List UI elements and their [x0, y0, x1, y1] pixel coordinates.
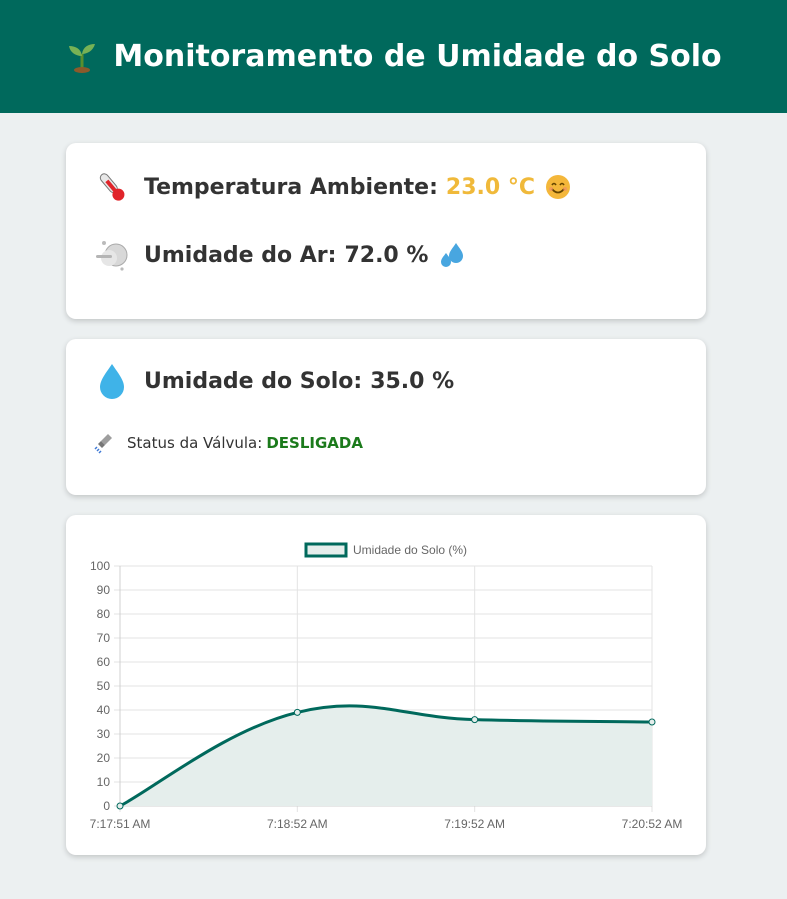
valve-status-row: Status da Válvula: DESLIGADA: [92, 431, 363, 455]
y-tick-label: 90: [97, 583, 111, 597]
valve-status-value: DESLIGADA: [266, 434, 363, 452]
y-tick-label: 50: [97, 679, 111, 693]
humidity-chart: 0 10 20 30 40 50 60 70 80 90 100 7:17:51 AM 7:18:52 …: [90, 542, 683, 831]
y-tick-label: 0: [103, 799, 110, 813]
x-tick-label: 7:17:51 AM: [90, 817, 151, 831]
valve-status-label: Status da Válvula:: [127, 434, 263, 452]
page-header: Monitoramento de Umidade do Solo: [0, 0, 787, 113]
data-point: [471, 716, 479, 724]
shower-icon: [94, 434, 112, 454]
fog-cloud-icon: [96, 241, 128, 271]
data-point: [648, 718, 656, 726]
legend-label: Umidade do Solo (%): [353, 543, 467, 557]
soil-card: Umidade do Solo: 35.0 % Status da Válvul…: [66, 339, 706, 495]
sweat-droplets-icon: [441, 243, 464, 267]
environment-card: Temperatura Ambiente: 23.0 °C Umidade do…: [66, 143, 706, 319]
temperature-value: 23.0 °C: [445, 174, 535, 200]
water-drop-icon: [100, 364, 124, 399]
y-tick-label: 100: [90, 559, 110, 573]
y-tick-label: 30: [97, 727, 111, 741]
y-tick-label: 10: [97, 775, 111, 789]
smiley-face-icon: [545, 175, 570, 199]
seedling-icon: [69, 43, 96, 73]
air-humidity-value: 72.0 %: [344, 242, 429, 268]
page-title: Monitoramento de Umidade do Solo: [65, 39, 722, 74]
air-humidity-row: Umidade do Ar: 72.0 %: [92, 235, 466, 275]
y-tick-label: 70: [97, 631, 111, 645]
y-tick-label: 40: [97, 703, 111, 717]
y-tick-label: 60: [97, 655, 111, 669]
title-text: Monitoramento de Umidade do Solo: [113, 39, 722, 74]
chart-card: 0 10 20 30 40 50 60 70 80 90 100 7:17:51 AM 7:18:52 …: [66, 515, 706, 855]
y-tick-label: 20: [97, 751, 111, 765]
chart-legend: Umidade do Solo (%): [304, 542, 467, 558]
temperature-label: Temperatura Ambiente:: [144, 174, 438, 200]
x-tick-label: 7:19:52 AM: [444, 817, 505, 831]
soil-humidity-label: Umidade do Solo:: [144, 368, 363, 394]
data-point: [116, 802, 124, 810]
temperature-row: Temperatura Ambiente: 23.0 °C: [92, 167, 571, 207]
soil-humidity-row: Umidade do Solo: 35.0 %: [92, 361, 454, 401]
x-tick-label: 7:20:52 AM: [622, 817, 683, 831]
y-tick-label: 80: [97, 607, 111, 621]
data-point: [293, 708, 301, 716]
air-humidity-label: Umidade do Ar:: [144, 242, 337, 268]
thermometer-icon: [99, 173, 125, 201]
x-tick-label: 7:18:52 AM: [267, 817, 328, 831]
soil-humidity-value: 35.0 %: [370, 368, 455, 394]
legend-swatch: [304, 542, 348, 558]
